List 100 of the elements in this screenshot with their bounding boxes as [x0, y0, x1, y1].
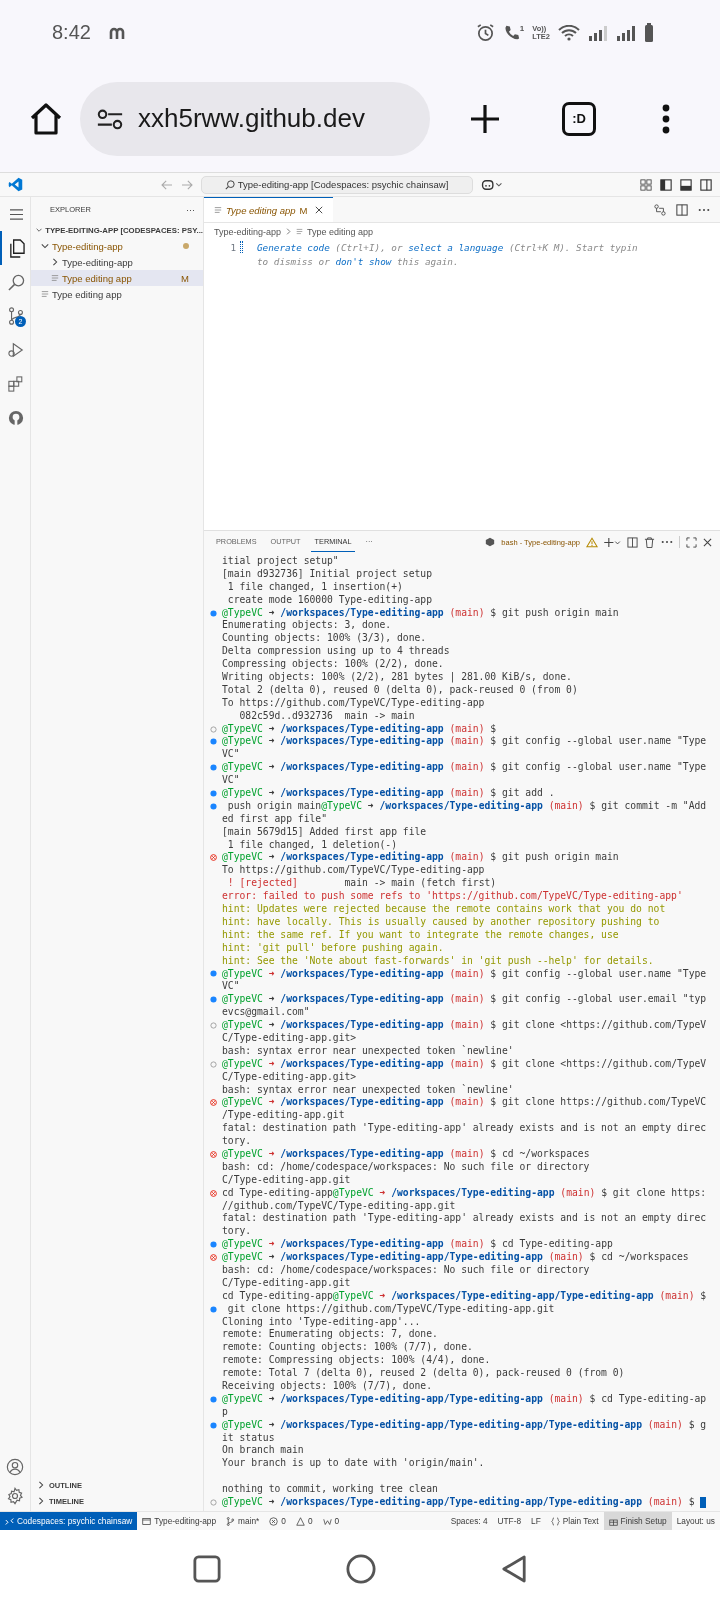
- terminal-line: @TypeVC ➜ /workspaces/Type-editing-app (main) $ git config --global user.name "Type: [222, 761, 707, 775]
- editor-tab[interactable]: Type editing app M: [204, 197, 334, 222]
- back-button-icon[interactable]: [501, 1555, 528, 1583]
- app-logo-icon[interactable]: [8, 177, 23, 192]
- chevron-icon: [36, 226, 43, 234]
- forward-arrow-icon[interactable]: [180, 179, 193, 190]
- status-item[interactable]: Finish Setup: [603, 1512, 672, 1530]
- terminal-line: C/Type-editing-app.git>: [222, 1070, 357, 1084]
- terminal-line: bash: syntax error near unexpected token `newline': [222, 1044, 514, 1058]
- wifi-icon: [558, 24, 580, 41]
- more-icon[interactable]: [661, 540, 673, 544]
- status-item[interactable]: Spaces: 4: [445, 1512, 493, 1530]
- text-file-icon: [214, 206, 222, 214]
- tree-item[interactable]: Type-editing-app: [31, 238, 203, 254]
- settings-icon[interactable]: [6, 1487, 24, 1505]
- terminal-line: hint: Updates were rejected because the remote contains work that you do not: [222, 903, 666, 916]
- terminal-line: remote: Counting objects: 100% (7/7), done.: [222, 1341, 473, 1355]
- close-icon[interactable]: [315, 206, 324, 214]
- customize-layout-icon[interactable]: [640, 178, 652, 191]
- terminal-line: remote: Enumerating objects: 7, done.: [222, 1328, 438, 1342]
- command-error-icon[interactable]: [210, 1189, 217, 1197]
- command-success-dot[interactable]: [210, 738, 217, 746]
- status-item[interactable]: 0: [290, 1512, 318, 1530]
- command-error-icon[interactable]: [210, 1099, 217, 1107]
- status-item[interactable]: 0: [264, 1512, 291, 1530]
- terminal-line: error: failed to push some refs to 'https://github.com/TypeVC/Type-editing-app': [222, 890, 683, 904]
- terminal-line: fatal: destination path 'Type-editing-app' already exists and is not an empty direc: [222, 1212, 707, 1226]
- status-item[interactable]: Codespaces: psychic chainsaw: [0, 1512, 138, 1530]
- site-settings-icon[interactable]: [96, 107, 124, 130]
- command-error-icon[interactable]: [210, 1254, 217, 1262]
- command-success-dot[interactable]: [210, 1305, 217, 1313]
- terminal-line: hint: 'git pull' before pushing again.: [222, 941, 444, 955]
- tree-item[interactable]: Type-editing-app: [31, 254, 203, 270]
- terminal-line: Compressing objects: 100% (2/2), done.: [222, 658, 444, 672]
- maximize-icon[interactable]: [686, 536, 697, 548]
- hint-link[interactable]: select a language: [408, 241, 504, 253]
- more-actions-button[interactable]: ···: [186, 204, 195, 215]
- close-icon[interactable]: [703, 537, 712, 547]
- tab-switcher[interactable]: :D: [562, 101, 596, 136]
- extensions-icon: [8, 376, 24, 392]
- new-tab-icon[interactable]: [470, 103, 500, 134]
- split-editor-icon[interactable]: [676, 203, 688, 216]
- tree-item[interactable]: Type editing app M: [31, 270, 203, 286]
- new-terminal-icon[interactable]: [604, 536, 621, 548]
- hint-link[interactable]: don't show: [335, 255, 392, 267]
- command-success-dot[interactable]: [210, 1241, 217, 1249]
- terminal-line: @TypeVC ➜ /workspaces/Type-editing-app (main) $ git clone <https://github.com/TypeV: [222, 1057, 707, 1071]
- terminal-line: @TypeVC ➜ /workspaces/Type-editing-app (main) $ git config --global user.email "typ: [222, 993, 707, 1007]
- home-button-icon[interactable]: [346, 1554, 376, 1584]
- address-bar[interactable]: xxh5rww.github.dev: [80, 81, 430, 156]
- command-success-dot[interactable]: [210, 789, 217, 797]
- status-item[interactable]: UTF-8: [492, 1512, 527, 1530]
- terminal-line: VC": [222, 774, 240, 788]
- terminal-line: @TypeVC ➜ /workspaces/Type-editing-app/Type-editing-app/Type-editing-app (main) $ g: [222, 1418, 707, 1432]
- branch-icon: [226, 1516, 236, 1526]
- terminal-line: 082c59d..d932736 main -> main: [238, 709, 415, 723]
- terminal-line: Cloning into 'Type-editing-app'...: [222, 1315, 421, 1329]
- toggle-secondary-sidebar-icon[interactable]: [700, 178, 712, 191]
- search-icon: [224, 179, 235, 190]
- command-success-dot[interactable]: [210, 764, 217, 772]
- status-item[interactable]: Layout: us: [671, 1512, 720, 1530]
- hint-link[interactable]: Generate code: [257, 241, 330, 253]
- terminal-line: itial project setup": [222, 555, 339, 568]
- gift-icon: [608, 1516, 618, 1526]
- terminal-line: @TypeVC ➜ /workspaces/Type-editing-app (main) $ git config --global user.name "Type: [222, 967, 707, 981]
- terminal-line: To https://github.com/TypeVC/Type-editing-app: [222, 864, 485, 878]
- command-success-dot[interactable]: [210, 609, 217, 617]
- command-success-dot[interactable]: [210, 802, 217, 810]
- status-item[interactable]: LF: [526, 1512, 546, 1530]
- split-terminal-icon[interactable]: [627, 536, 638, 548]
- status-item[interactable]: Plain Text: [545, 1512, 604, 1530]
- home-icon[interactable]: [28, 100, 64, 137]
- command-success-dot[interactable]: [210, 1395, 217, 1403]
- copilot-icon[interactable]: [480, 178, 503, 191]
- more-icon[interactable]: [698, 207, 710, 212]
- command-error-icon[interactable]: [210, 1150, 217, 1158]
- more-icon[interactable]: [662, 103, 670, 134]
- compare-changes-icon[interactable]: [654, 203, 666, 216]
- command-center[interactable]: Type-editing-app [Codespaces: psychic chainsaw]: [200, 175, 473, 194]
- command-success-dot[interactable]: [210, 970, 217, 978]
- account-icon[interactable]: [6, 1458, 24, 1476]
- terminal-line: @TypeVC ➜ /workspaces/Type-editing-app/Type-editing-app/Type-editing-app (main) $: [222, 1496, 696, 1509]
- git-status-label: M: [181, 272, 189, 284]
- toggle-panel-icon[interactable]: [680, 178, 692, 191]
- editor-hint-text: to dismiss or don't show this again.: [257, 255, 459, 267]
- status-item[interactable]: 0: [317, 1512, 345, 1530]
- command-success-dot[interactable]: [210, 996, 217, 1004]
- breadcrumb-item[interactable]: Type editing app: [307, 226, 374, 237]
- recents-button-icon[interactable]: [192, 1555, 221, 1583]
- back-arrow-icon[interactable]: [160, 179, 173, 190]
- breadcrumb-item[interactable]: Type-editing-app: [214, 226, 282, 237]
- status-item[interactable]: main*: [221, 1512, 265, 1530]
- command-success-dot[interactable]: [210, 1421, 217, 1429]
- terminal-line: git clone https://github.com/TypeVC/Type-editing-app.git: [226, 1302, 555, 1316]
- trash-icon[interactable]: [644, 536, 655, 548]
- command-error-icon[interactable]: [210, 854, 217, 862]
- status-item[interactable]: Type-editing-app: [137, 1512, 222, 1530]
- tree-item[interactable]: Type editing app: [31, 286, 203, 302]
- toggle-sidebar-icon[interactable]: [660, 178, 672, 191]
- remote-icon: [5, 1516, 14, 1526]
